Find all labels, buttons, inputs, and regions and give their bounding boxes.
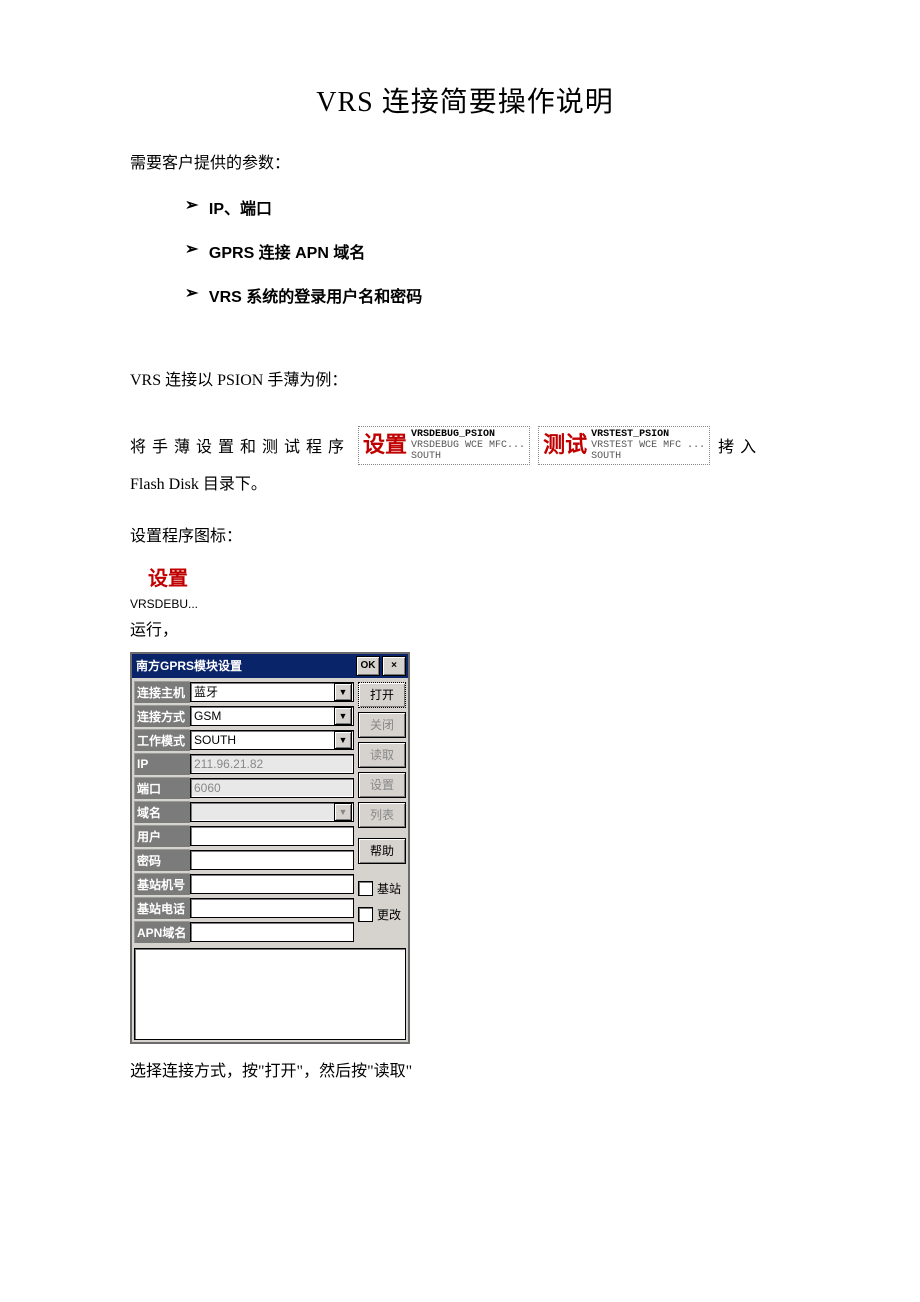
after-dialog-text: 选择连接方式，按"打开"，然后按"读取" — [130, 1058, 800, 1087]
file-desc: VRSDEBUG WCE MFC... — [411, 440, 525, 451]
program-icon-label: 设置 — [148, 562, 800, 591]
dialog-titlebar: 南方GPRS模块设置 OK × — [132, 654, 408, 678]
connect-host-select[interactable]: 蓝牙 ▼ — [190, 682, 354, 702]
label-apn: APN域名 — [134, 921, 190, 943]
chevron-down-icon[interactable]: ▼ — [334, 731, 352, 749]
gprs-settings-dialog: 南方GPRS模块设置 OK × 连接主机 蓝牙 ▼ 连接方 — [130, 652, 410, 1044]
chevron-down-icon[interactable]: ▼ — [334, 707, 352, 725]
chevron-down-icon[interactable]: ▼ — [334, 803, 352, 821]
open-button[interactable]: 打开 — [358, 682, 406, 708]
file-card-big-label: 测试 — [543, 434, 587, 456]
chevron-right-icon: ➢ — [185, 283, 199, 303]
label-connect-host: 连接主机 — [134, 681, 190, 703]
change-checkbox[interactable] — [358, 907, 373, 922]
base-id-input[interactable] — [190, 874, 354, 894]
intro-text: 需要客户提供的参数： — [130, 150, 800, 179]
select-value: SOUTH — [194, 733, 236, 747]
label-base-phone: 基站电话 — [134, 897, 190, 919]
file-name: VRSDEBUG_PSION — [411, 429, 525, 440]
list-item-label: IP、端口 — [209, 201, 272, 218]
port-input[interactable]: 6060 — [190, 778, 354, 798]
copy-next-line: Flash Disk 目录下。 — [130, 471, 800, 500]
ip-input[interactable]: 211.96.21.82 — [190, 754, 354, 774]
select-value: GSM — [194, 709, 221, 723]
chevron-right-icon: ➢ — [185, 195, 199, 215]
list-item: ➢ IP、端口 — [130, 185, 800, 229]
log-textarea[interactable] — [134, 948, 406, 1040]
user-input[interactable] — [190, 826, 354, 846]
file-card-setup: 设置 VRSDEBUG_PSION VRSDEBUG WCE MFC... SO… — [358, 426, 530, 465]
label-work-mode: 工作模式 — [134, 729, 190, 751]
program-icon-caption: VRSDEBU... — [130, 597, 800, 611]
work-mode-select[interactable]: SOUTH ▼ — [190, 730, 354, 750]
inline-text-leading: 将手薄设置和测试程序 — [130, 433, 350, 457]
label-ip: IP — [134, 753, 190, 775]
file-name: VRSTEST_PSION — [591, 429, 705, 440]
read-button[interactable]: 读取 — [358, 742, 406, 768]
label-user: 用户 — [134, 825, 190, 847]
list-item-label: GPRS 连接 APN 域名 — [209, 245, 365, 262]
file-vendor: SOUTH — [591, 451, 705, 462]
chevron-right-icon: ➢ — [185, 239, 199, 259]
connect-mode-select[interactable]: GSM ▼ — [190, 706, 354, 726]
dialog-title: 南方GPRS模块设置 — [136, 657, 242, 674]
list-item: ➢ VRS 系统的登录用户名和密码 — [130, 273, 800, 317]
file-listing-row: 将手薄设置和测试程序 设置 VRSDEBUG_PSION VRSDEBUG WC… — [130, 426, 800, 465]
change-checkbox-label: 更改 — [377, 906, 401, 923]
base-checkbox-label: 基站 — [377, 880, 401, 897]
set-button[interactable]: 设置 — [358, 772, 406, 798]
password-input[interactable] — [190, 850, 354, 870]
program-icon-block: 设置 VRSDEBU... — [130, 562, 800, 611]
label-base-id: 基站机号 — [134, 873, 190, 895]
domain-select[interactable]: ▼ — [190, 802, 354, 822]
select-value: 蓝牙 — [194, 683, 218, 700]
list-item: ➢ GPRS 连接 APN 域名 — [130, 229, 800, 273]
file-card-big-label: 设置 — [363, 434, 407, 456]
base-checkbox[interactable] — [358, 881, 373, 896]
base-phone-input[interactable] — [190, 898, 354, 918]
file-desc: VRSTEST WCE MFC ... — [591, 440, 705, 451]
icon-section-heading: 设置程序图标： — [130, 523, 800, 552]
label-domain: 域名 — [134, 801, 190, 823]
page-title: VRS 连接简要操作说明 — [130, 80, 800, 120]
inline-text-trailing: 拷入 — [718, 433, 762, 457]
run-label: 运行， — [130, 617, 800, 646]
close-icon[interactable]: × — [382, 656, 406, 676]
close-button[interactable]: 关闭 — [358, 712, 406, 738]
file-vendor: SOUTH — [411, 451, 525, 462]
chevron-down-icon[interactable]: ▼ — [334, 683, 352, 701]
file-card-test: 测试 VRSTEST_PSION VRSTEST WCE MFC ... SOU… — [538, 426, 710, 465]
apn-input[interactable] — [190, 922, 354, 942]
label-password: 密码 — [134, 849, 190, 871]
label-connect-mode: 连接方式 — [134, 705, 190, 727]
ok-button[interactable]: OK — [356, 656, 380, 676]
list-button[interactable]: 列表 — [358, 802, 406, 828]
requirements-list: ➢ IP、端口 ➢ GPRS 连接 APN 域名 ➢ VRS 系统的登录用户名和… — [130, 185, 800, 317]
help-button[interactable]: 帮助 — [358, 838, 406, 864]
list-item-label: VRS 系统的登录用户名和密码 — [209, 289, 422, 306]
label-port: 端口 — [134, 777, 190, 799]
example-text: VRS 连接以 PSION 手薄为例： — [130, 367, 800, 396]
